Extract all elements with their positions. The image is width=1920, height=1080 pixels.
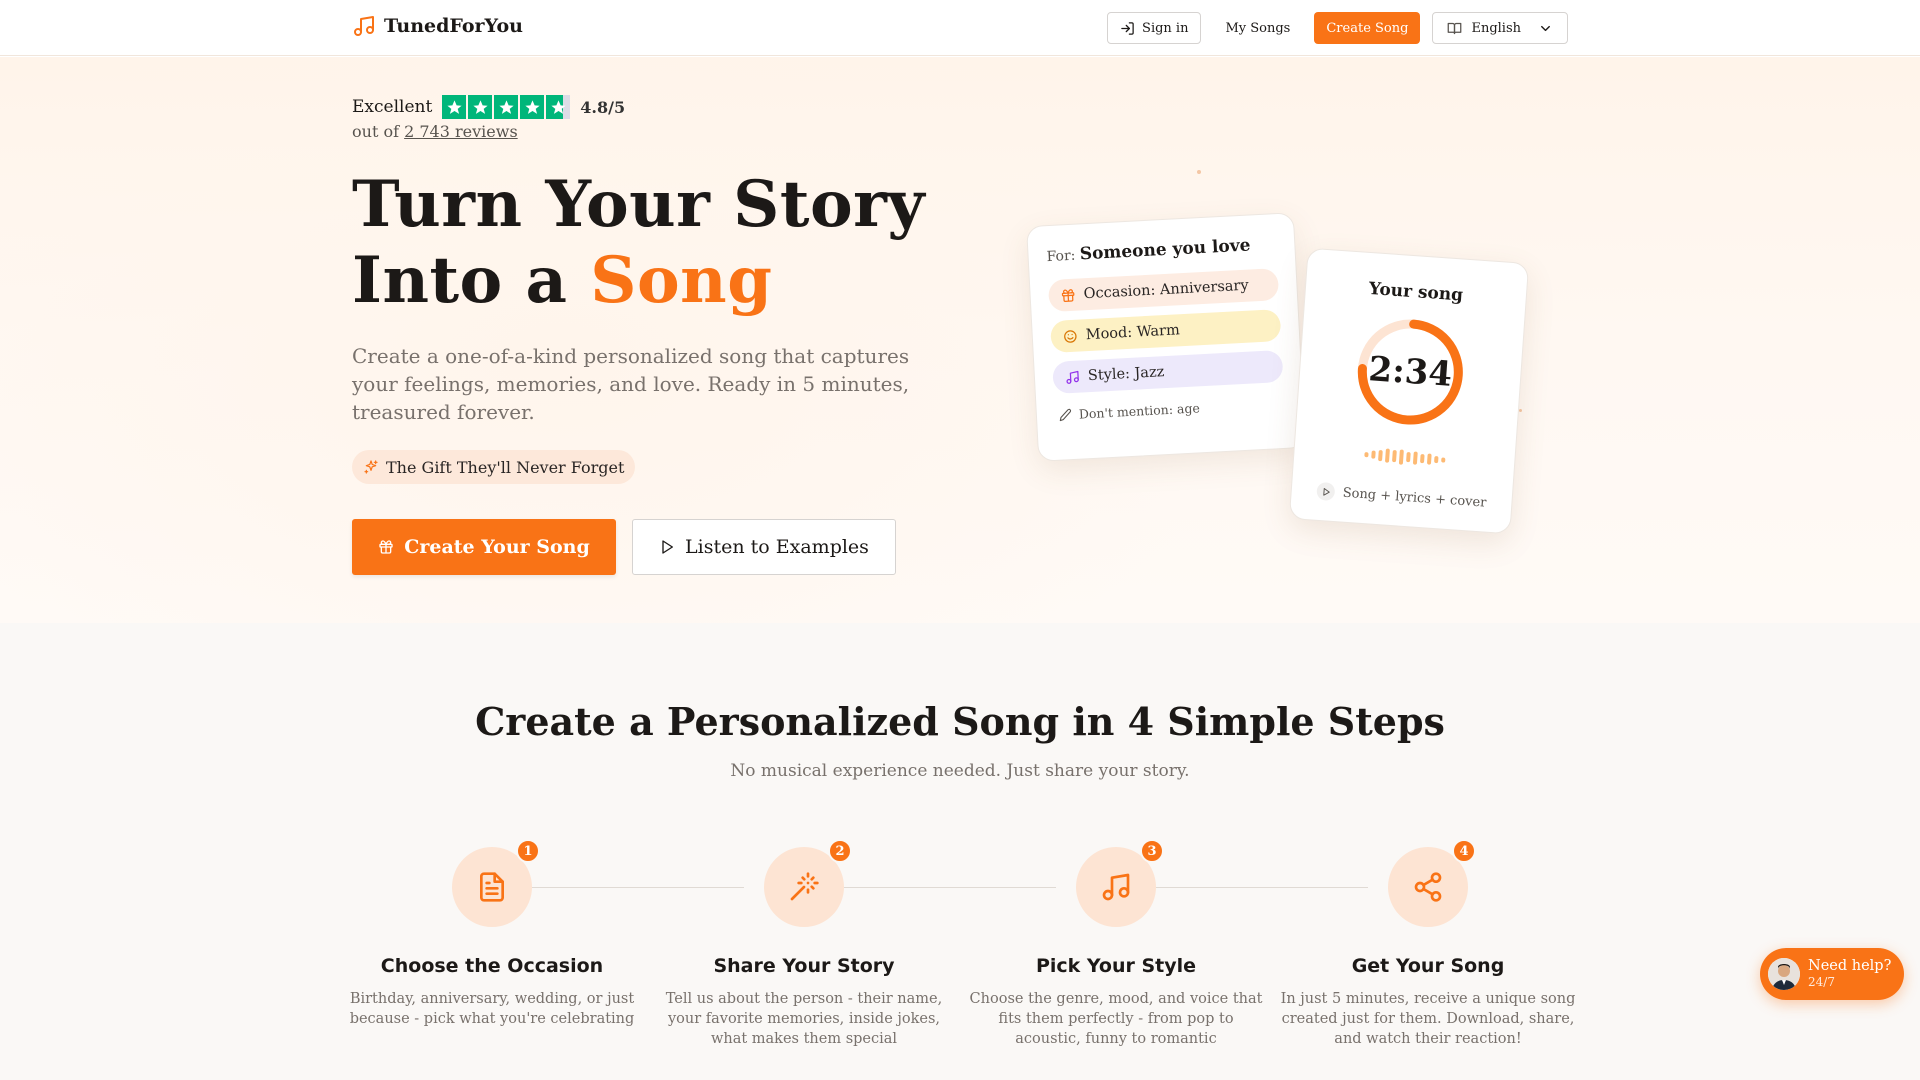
recipient-value: Someone you love [1079, 235, 1251, 265]
star-icon [468, 95, 493, 119]
reviews-line: out of 2 743 reviews [352, 122, 625, 141]
exclusion-note: Don't mention: age [1055, 396, 1285, 423]
sparkles-icon [364, 460, 378, 474]
mood-tag-label: Mood: Warm [1085, 322, 1181, 344]
music-note-icon [1066, 370, 1079, 384]
help-title: Need help? [1808, 958, 1892, 974]
play-icon[interactable] [1316, 481, 1336, 502]
song-details-card: For: Someone you love Occasion: Annivers… [1026, 212, 1306, 462]
help-subtitle: 24/7 [1808, 975, 1835, 989]
share-icon [1414, 872, 1442, 902]
listen-examples-label: Listen to Examples [685, 536, 869, 558]
music-note-icon [1102, 873, 1130, 901]
step-number-badge: 1 [516, 839, 540, 863]
song-duration: 2:34 [1367, 349, 1454, 395]
step-description: Birthday, anniversary, wedding, or just … [349, 991, 635, 1027]
step-2: 2 Share Your Story Tell us about the per… [654, 839, 954, 1049]
gift-icon [1061, 288, 1075, 302]
my-songs-link[interactable]: My Songs [1213, 12, 1302, 44]
step-4: 4 Get Your Song In just 5 minutes, recei… [1278, 839, 1578, 1049]
recipient-label: For: [1046, 247, 1076, 266]
rating-score: 4.8/5 [580, 97, 626, 117]
song-result-card: Your song 2:34 Song + lyrics + cover [1288, 247, 1530, 535]
song-includes-label: Song + lyrics + cover [1342, 485, 1487, 511]
step-title: Pick Your Style [1035, 955, 1197, 977]
help-text: Need help? 24/7 [1808, 958, 1891, 990]
step-description: Tell us about the person - their name, y… [665, 991, 943, 1047]
hero-subtitle: Create a one-of-a-kind personalized song… [352, 344, 910, 424]
star-half-icon [546, 95, 571, 119]
site-header: TunedForYou Sign in My Songs Create Song… [0, 0, 1920, 56]
brand-logo[interactable]: TunedForYou [352, 14, 523, 38]
occasion-tag: Occasion: Anniversary [1047, 268, 1280, 313]
language-label: English [1471, 20, 1521, 36]
song-card-title: Your song [1368, 278, 1464, 306]
step-description: Choose the genre, mood, and voice that f… [969, 991, 1263, 1047]
music-note-icon [354, 16, 374, 36]
reviews-prefix: out of [352, 122, 400, 141]
language-select[interactable]: English [1432, 12, 1568, 44]
brand-name: TunedForYou [384, 15, 523, 37]
step-number-badge: 3 [1140, 839, 1164, 863]
step-3-icon: 3 [1076, 839, 1164, 927]
log-in-icon [1121, 21, 1134, 35]
hero-title-line2-prefix: Into a [352, 243, 568, 318]
steps-title: Create a Personalized Song in 4 Simple S… [475, 699, 1445, 744]
step-2-icon: 2 [764, 839, 852, 927]
hero-title-line1: Turn Your Story [352, 167, 926, 242]
sign-in-button[interactable]: Sign in [1107, 12, 1202, 44]
listen-examples-button[interactable]: Listen to Examples [632, 519, 896, 575]
step-number-badge: 2 [828, 839, 852, 863]
audio-waveform [1304, 441, 1505, 473]
gift-pill: The Gift They'll Never Forget [352, 450, 636, 484]
play-icon [662, 540, 674, 554]
song-includes: Song + lyrics + cover [1301, 481, 1502, 513]
support-avatar [1768, 958, 1800, 990]
exclusion-note-label: Don't mention: age [1078, 400, 1201, 422]
step-1: 1 Choose the Occasion Birthday, annivers… [342, 839, 642, 1029]
magic-wand-icon [790, 872, 819, 901]
create-song-button[interactable]: Create Song [1314, 12, 1421, 44]
create-your-song-label: Create Your Song [404, 536, 590, 558]
style-tag-label: Style: Jazz [1087, 364, 1165, 385]
sign-in-label: Sign in [1142, 20, 1189, 36]
help-chat-button[interactable]: Need help? 24/7 [1760, 948, 1904, 1000]
create-your-song-button[interactable]: Create Your Song [352, 519, 616, 575]
gift-pill-label: The Gift They'll Never Forget [386, 457, 625, 477]
decorative-dot [1197, 170, 1201, 174]
hero-title-accent: Song [590, 243, 773, 318]
step-title: Get Your Song [1351, 955, 1505, 977]
hero-title: Turn Your Story Into a Song [352, 167, 925, 319]
book-open-icon [1448, 22, 1462, 34]
occasion-tag-label: Occasion: Anniversary [1083, 277, 1249, 303]
reviews-link[interactable]: 2 743 reviews [404, 122, 518, 141]
steps-subtitle: No musical experience needed. Just share… [730, 761, 1190, 781]
step-4-icon: 4 [1388, 839, 1476, 927]
recipient-line: For: Someone you love [1046, 234, 1277, 266]
mood-tag: Mood: Warm [1050, 309, 1282, 354]
star-icon [494, 95, 519, 119]
document-icon [480, 872, 504, 902]
step-3: 3 Pick Your Style Choose the genre, mood… [966, 839, 1266, 1049]
star-icon [520, 95, 545, 119]
pencil-icon [1059, 408, 1072, 422]
chevron-down-icon [1541, 25, 1550, 31]
style-tag: Style: Jazz [1052, 349, 1284, 394]
star-icon [442, 95, 467, 119]
rating-label: Excellent [352, 97, 433, 117]
progress-ring: 2:34 [1351, 312, 1471, 432]
decorative-dot [1519, 409, 1522, 412]
step-number-badge: 4 [1452, 839, 1476, 863]
step-1-icon: 1 [452, 839, 540, 927]
step-title: Choose the Occasion [380, 955, 604, 977]
step-title: Share Your Story [713, 955, 895, 977]
rating-stars [442, 95, 571, 119]
gift-icon [379, 540, 393, 554]
step-description: In just 5 minutes, receive a unique song… [1280, 991, 1576, 1047]
header-nav: Sign in My Songs Create Song English [1107, 12, 1568, 44]
steps-section: Create a Personalized Song in 4 Simple S… [0, 623, 1920, 1080]
hero-section: Excellent 4.8/5 out of 2 743 reviews Tur… [0, 57, 1920, 623]
smile-icon [1064, 329, 1077, 343]
rating-summary: Excellent 4.8/5 out of 2 743 reviews [352, 95, 625, 141]
